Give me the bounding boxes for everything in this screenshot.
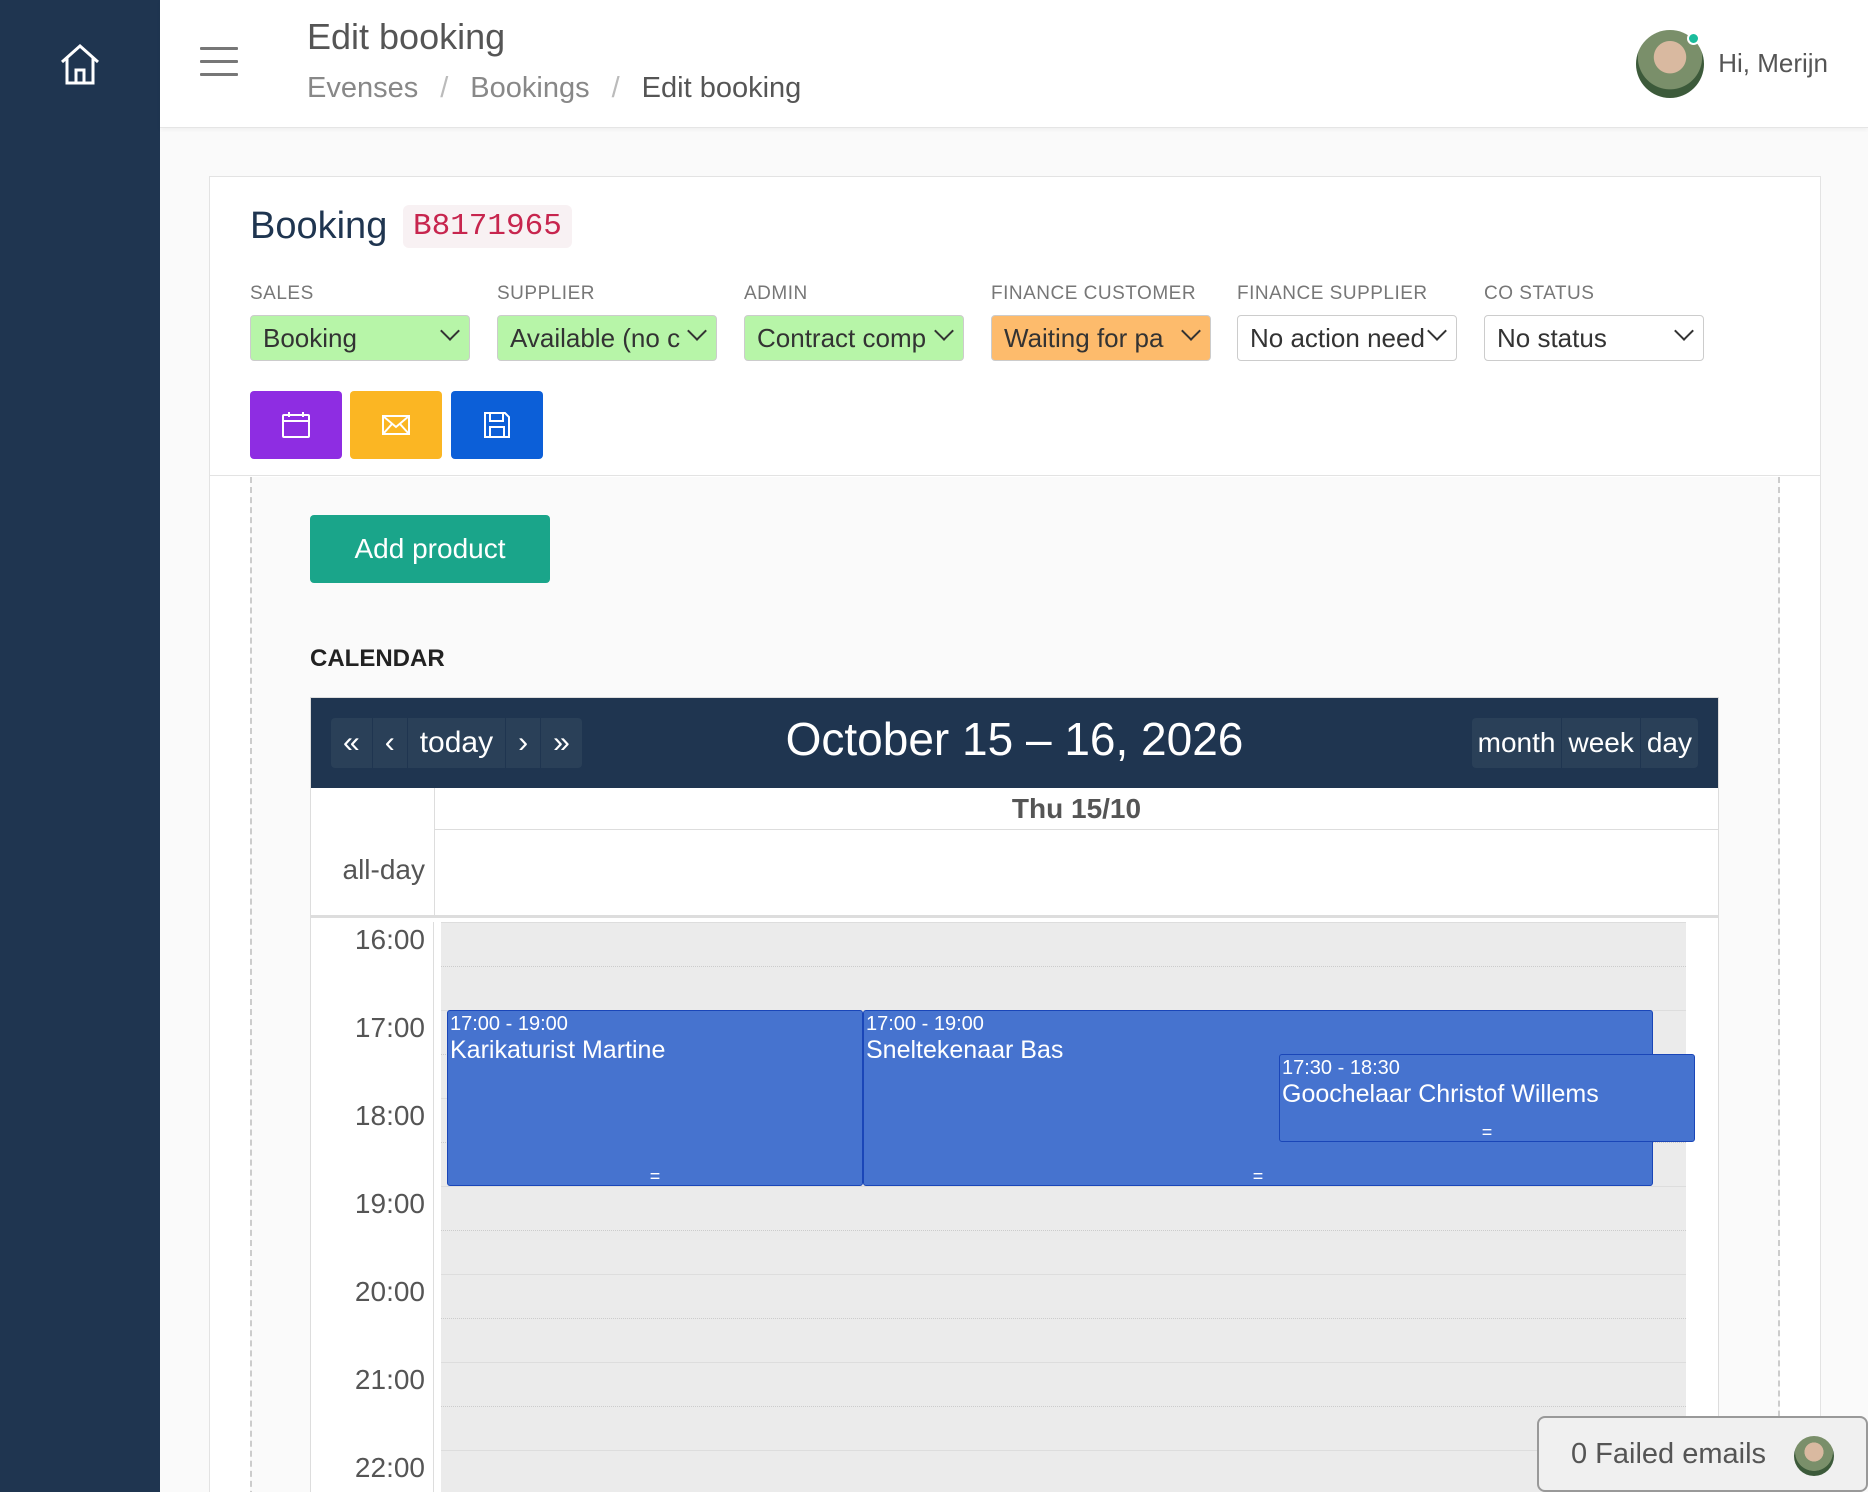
breadcrumb-current: Edit booking (641, 72, 802, 104)
finance-supplier-select[interactable]: No action need (1237, 315, 1457, 361)
status-finance-customer: FINANCE CUSTOMER Waiting for pa (991, 283, 1211, 361)
divider (210, 475, 1820, 476)
status-label: FINANCE SUPPLIER (1237, 283, 1428, 304)
save-icon (484, 412, 510, 438)
time-grid-body[interactable]: 17:00 - 19:00 Karikaturist Martine = 17:00 … (441, 922, 1695, 1492)
time-label: 20:00 (354, 1276, 425, 1307)
breadcrumb: Evenses / Bookings / Edit booking (307, 72, 802, 104)
home-icon[interactable] (56, 40, 104, 88)
breadcrumb-evenses[interactable]: Evenses (307, 72, 418, 104)
event-time: 17:00 - 19:00 (866, 1013, 984, 1035)
event-time: 17:00 - 19:00 (450, 1013, 568, 1035)
half-hour-line (441, 1406, 1686, 1407)
calendar-event[interactable]: 17:30 - 18:30 Goochelaar Christof Willems… (1279, 1054, 1695, 1142)
co-status-select[interactable]: No status (1484, 315, 1704, 361)
status-label: FINANCE CUSTOMER (991, 283, 1197, 304)
calendar-views: month week day (1471, 718, 1698, 768)
hour-line (441, 1362, 1686, 1363)
calendar-event[interactable]: 17:00 - 19:00 Karikaturist Martine = (447, 1010, 863, 1186)
half-hour-line (441, 1230, 1686, 1231)
status-supplier: SUPPLIER Available (no c (497, 283, 717, 361)
event-title: Karikaturist Martine (450, 1036, 666, 1064)
menu-icon[interactable] (200, 47, 238, 77)
failed-emails-label: 0 Failed emails (1571, 1438, 1767, 1470)
event-resize-handle[interactable]: = (864, 1167, 1652, 1185)
event-title: Goochelaar Christof Willems (1282, 1080, 1599, 1108)
sales-select[interactable]: Booking (250, 315, 470, 361)
chevron-down-icon (1674, 321, 1694, 341)
half-hour-line (441, 966, 1686, 967)
day-view-button[interactable]: day (1641, 718, 1698, 768)
status-label: CO STATUS (1484, 283, 1595, 304)
time-label: 22:00 (354, 1452, 425, 1483)
sidebar (0, 0, 160, 1492)
calendar-section-label: CALENDAR (310, 645, 445, 672)
supplier-select[interactable]: Available (no c (497, 315, 717, 361)
online-status-dot (1687, 32, 1700, 45)
breadcrumb-bookings[interactable]: Bookings (470, 72, 589, 104)
user-greeting[interactable]: Hi, Merijn (1718, 48, 1828, 79)
time-label: 21:00 (354, 1364, 425, 1395)
topbar: Edit booking Evenses / Bookings / Edit booki… (160, 0, 1868, 128)
time-axis: 16:00 17:00 18:00 19:00 20:00 21:00 22:00 (311, 922, 434, 1492)
avatar (1794, 1436, 1834, 1476)
time-label: 18:00 (354, 1100, 425, 1131)
event-resize-handle[interactable]: = (448, 1167, 862, 1185)
calendar-button[interactable] (250, 391, 342, 459)
month-view-button[interactable]: month (1472, 718, 1563, 768)
page-title: Edit booking (307, 16, 506, 57)
time-label: 17:00 (354, 1012, 425, 1043)
calendar: « ‹ today › » October 15 – 16, 2026 mont… (310, 697, 1719, 1492)
email-button[interactable] (350, 391, 442, 459)
envelope-icon (382, 415, 410, 435)
hour-line (441, 1450, 1686, 1451)
all-day-label: all-day (342, 854, 425, 885)
admin-select[interactable]: Contract comp (744, 315, 964, 361)
status-co: CO STATUS No status (1484, 283, 1704, 361)
chevron-down-icon (687, 321, 707, 341)
hour-line (441, 1274, 1686, 1275)
chevron-down-icon (440, 321, 460, 341)
hour-line (441, 1186, 1686, 1187)
status-finance-supplier: FINANCE SUPPLIER No action need (1237, 283, 1457, 361)
failed-emails-button[interactable]: 0 Failed emails (1537, 1416, 1868, 1492)
booking-code: B8171965 (403, 205, 572, 248)
status-admin: ADMIN Contract comp (744, 283, 964, 361)
chevron-down-icon (1427, 321, 1447, 341)
booking-title: Booking (250, 205, 388, 247)
chevron-down-icon (1181, 321, 1201, 341)
half-hour-line (441, 1318, 1686, 1319)
status-label: SUPPLIER (497, 283, 595, 304)
time-label: 16:00 (354, 924, 425, 955)
all-day-row: all-day (311, 830, 1718, 918)
week-view-button[interactable]: week (1562, 718, 1641, 768)
finance-customer-select[interactable]: Waiting for pa (991, 315, 1211, 361)
calendar-icon (282, 412, 310, 438)
hour-line (441, 922, 1686, 923)
calendar-toolbar: « ‹ today › » October 15 – 16, 2026 mont… (311, 698, 1718, 788)
save-button[interactable] (451, 391, 543, 459)
event-resize-handle[interactable]: = (1280, 1123, 1694, 1141)
status-label: SALES (250, 283, 314, 304)
all-day-cell[interactable] (434, 830, 1718, 915)
event-time: 17:30 - 18:30 (1282, 1057, 1400, 1079)
time-grid: 17:00 - 19:00 Karikaturist Martine = 17:00 … (311, 922, 1718, 1492)
status-sales: SALES Booking (250, 283, 470, 361)
chevron-down-icon (934, 321, 954, 341)
status-label: ADMIN (744, 283, 808, 304)
add-product-button[interactable]: Add product (310, 515, 550, 583)
day-header: Thu 15/10 (434, 788, 1718, 830)
time-label: 19:00 (354, 1188, 425, 1219)
